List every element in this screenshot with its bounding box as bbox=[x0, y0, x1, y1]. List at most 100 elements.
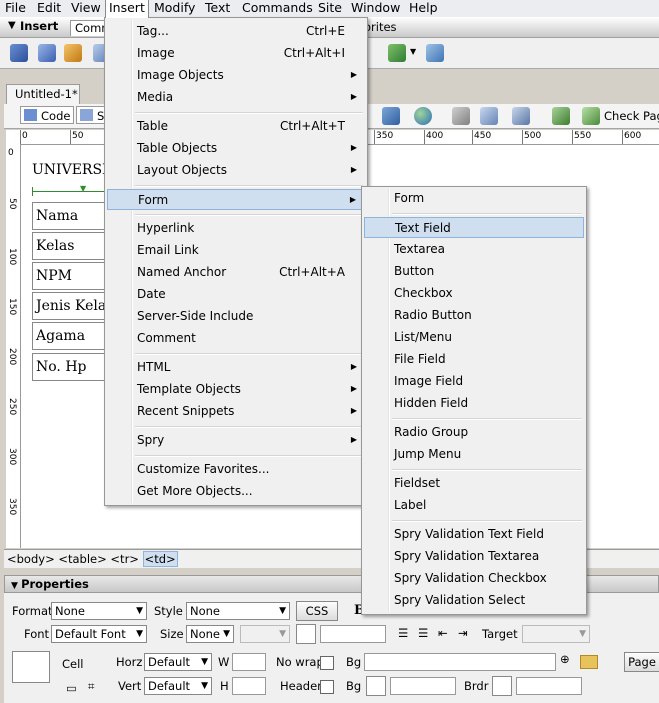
page-properties-button[interactable]: Page bbox=[624, 652, 659, 672]
menu-item-table-objects[interactable]: Table Objects ▶ bbox=[107, 138, 365, 159]
css-button[interactable]: CSS bbox=[296, 601, 338, 621]
submenu-item-spry-textarea[interactable]: Spry Validation Textarea bbox=[364, 546, 584, 567]
vert-select[interactable]: Default ▼ bbox=[144, 677, 212, 695]
menu-item-spry[interactable]: Spry ▶ bbox=[107, 430, 365, 451]
outdent-icon[interactable]: ⇤ bbox=[438, 626, 448, 640]
menu-item-form[interactable]: Form ▶ bbox=[107, 189, 365, 210]
code-view-button[interactable]: Code bbox=[20, 106, 74, 124]
menu-item-named-anchor[interactable]: Named Anchor Ctrl+Alt+A bbox=[107, 262, 365, 283]
submenu-item-hidden-field[interactable]: Hidden Field bbox=[364, 393, 584, 414]
width-input[interactable] bbox=[232, 653, 266, 671]
collapse-arrow-icon[interactable]: ▼ bbox=[8, 20, 16, 31]
header-checkbox[interactable] bbox=[320, 680, 334, 694]
bg-color-input[interactable] bbox=[390, 677, 456, 695]
refresh-icon[interactable] bbox=[452, 107, 470, 125]
style-select[interactable]: None ▼ bbox=[186, 602, 290, 620]
submenu-item-text-field[interactable]: Text Field bbox=[364, 217, 584, 238]
table-row[interactable]: No. Hp bbox=[32, 353, 112, 381]
named-anchor-icon[interactable] bbox=[64, 44, 82, 62]
menu-commands[interactable]: Commands bbox=[239, 0, 316, 17]
insert-panel-title[interactable]: Insert bbox=[20, 19, 58, 33]
chevron-down-icon[interactable]: ▼ bbox=[410, 47, 416, 56]
menu-view[interactable]: View bbox=[68, 0, 104, 17]
menu-item-email-link[interactable]: Email Link bbox=[107, 240, 365, 261]
submenu-item-spry-select[interactable]: Spry Validation Select bbox=[364, 590, 584, 611]
menu-item-table[interactable]: Table Ctrl+Alt+T bbox=[107, 116, 365, 137]
bg-image-input[interactable] bbox=[364, 653, 556, 671]
browse-target-icon[interactable]: ⊕ bbox=[560, 652, 570, 666]
target-select[interactable]: ▼ bbox=[522, 625, 590, 643]
text-color-swatch[interactable] bbox=[296, 624, 316, 644]
border-color-swatch[interactable] bbox=[492, 676, 512, 696]
menu-window[interactable]: Window bbox=[348, 0, 403, 17]
menu-text[interactable]: Text bbox=[202, 0, 233, 17]
submenu-item-radio-group[interactable]: Radio Group bbox=[364, 422, 584, 443]
templates-icon[interactable] bbox=[388, 44, 406, 62]
submenu-item-form[interactable]: Form bbox=[364, 188, 584, 209]
check-page-icon[interactable] bbox=[582, 107, 600, 125]
submenu-item-label[interactable]: Label bbox=[364, 495, 584, 516]
menu-insert[interactable]: Insert bbox=[105, 0, 149, 18]
document-tab[interactable]: Untitled-1* bbox=[6, 84, 80, 104]
visual-aids-icon[interactable] bbox=[512, 107, 530, 125]
hyperlink-icon[interactable] bbox=[10, 44, 28, 62]
font-select[interactable]: Default Font ▼ bbox=[51, 625, 147, 643]
tag-chooser-icon[interactable] bbox=[426, 44, 444, 62]
size-select[interactable]: None ▼ bbox=[186, 625, 234, 643]
folder-icon[interactable] bbox=[580, 655, 598, 669]
submenu-item-fieldset[interactable]: Fieldset bbox=[364, 473, 584, 494]
menu-modify[interactable]: Modify bbox=[151, 0, 198, 17]
email-link-icon[interactable] bbox=[38, 44, 56, 62]
validate-markup-icon[interactable] bbox=[552, 107, 570, 125]
submenu-item-file-field[interactable]: File Field bbox=[364, 349, 584, 370]
submenu-item-list-menu[interactable]: List/Menu bbox=[364, 327, 584, 348]
menu-item-tag[interactable]: Tag... Ctrl+E bbox=[107, 21, 365, 42]
border-color-input[interactable] bbox=[516, 677, 582, 695]
format-select[interactable]: None ▼ bbox=[51, 602, 147, 620]
menu-edit[interactable]: Edit bbox=[34, 0, 64, 17]
check-page-label[interactable]: Check Page bbox=[604, 109, 659, 123]
menu-help[interactable]: Help bbox=[406, 0, 441, 17]
table-row[interactable]: Kelas bbox=[32, 232, 112, 260]
menu-item-image[interactable]: Image Ctrl+Alt+I bbox=[107, 43, 365, 64]
menu-item-date[interactable]: Date bbox=[107, 284, 365, 305]
menu-item-hyperlink[interactable]: Hyperlink bbox=[107, 218, 365, 239]
size-unit-select[interactable]: ▼ bbox=[240, 625, 290, 643]
table-row[interactable]: NPM bbox=[32, 262, 112, 290]
submenu-item-radio-button[interactable]: Radio Button bbox=[364, 305, 584, 326]
text-color-input[interactable] bbox=[320, 625, 386, 643]
submenu-item-jump-menu[interactable]: Jump Menu bbox=[364, 444, 584, 465]
submenu-item-spry-text-field[interactable]: Spry Validation Text Field bbox=[364, 524, 584, 545]
tag-path[interactable]: <body> <table> <tr> bbox=[7, 552, 139, 566]
table-row[interactable]: Nama bbox=[32, 202, 112, 230]
submenu-item-checkbox[interactable]: Checkbox bbox=[364, 283, 584, 304]
nowrap-checkbox[interactable] bbox=[320, 656, 334, 670]
menu-item-media[interactable]: Media ▶ bbox=[107, 87, 365, 108]
menu-item-recent-snippets[interactable]: Recent Snippets ▶ bbox=[107, 401, 365, 422]
table-row[interactable]: Agama bbox=[32, 322, 112, 350]
menu-item-customize-favorites[interactable]: Customize Favorites... bbox=[107, 459, 365, 480]
menu-item-template-objects[interactable]: Template Objects ▶ bbox=[107, 379, 365, 400]
menu-item-comment[interactable]: Comment bbox=[107, 328, 365, 349]
horz-select[interactable]: Default ▼ bbox=[144, 653, 212, 671]
submenu-item-textarea[interactable]: Textarea bbox=[364, 239, 584, 260]
view-options-icon[interactable] bbox=[480, 107, 498, 125]
submenu-item-image-field[interactable]: Image Field bbox=[364, 371, 584, 392]
tag-selected[interactable]: <td> bbox=[142, 551, 178, 567]
file-management-icon[interactable] bbox=[382, 107, 400, 125]
menu-item-layout-objects[interactable]: Layout Objects ▶ bbox=[107, 160, 365, 181]
indent-icon[interactable]: ⇥ bbox=[458, 626, 468, 640]
menu-item-image-objects[interactable]: Image Objects ▶ bbox=[107, 65, 365, 86]
menu-item-get-more-objects[interactable]: Get More Objects... bbox=[107, 481, 365, 502]
menu-file[interactable]: File bbox=[2, 0, 29, 17]
ordered-list-icon[interactable]: ☰ bbox=[418, 626, 428, 640]
table-row[interactable]: Jenis Kelam bbox=[32, 292, 112, 320]
menu-item-ssi[interactable]: Server-Side Include bbox=[107, 306, 365, 327]
menu-site[interactable]: Site bbox=[315, 0, 345, 17]
unordered-list-icon[interactable]: ☰ bbox=[398, 626, 408, 640]
height-input[interactable] bbox=[232, 677, 266, 695]
menu-item-html[interactable]: HTML ▶ bbox=[107, 357, 365, 378]
merge-cells-icon[interactable]: ▭ bbox=[66, 681, 77, 695]
bg-color-swatch[interactable] bbox=[366, 676, 386, 696]
submenu-item-spry-checkbox[interactable]: Spry Validation Checkbox bbox=[364, 568, 584, 589]
